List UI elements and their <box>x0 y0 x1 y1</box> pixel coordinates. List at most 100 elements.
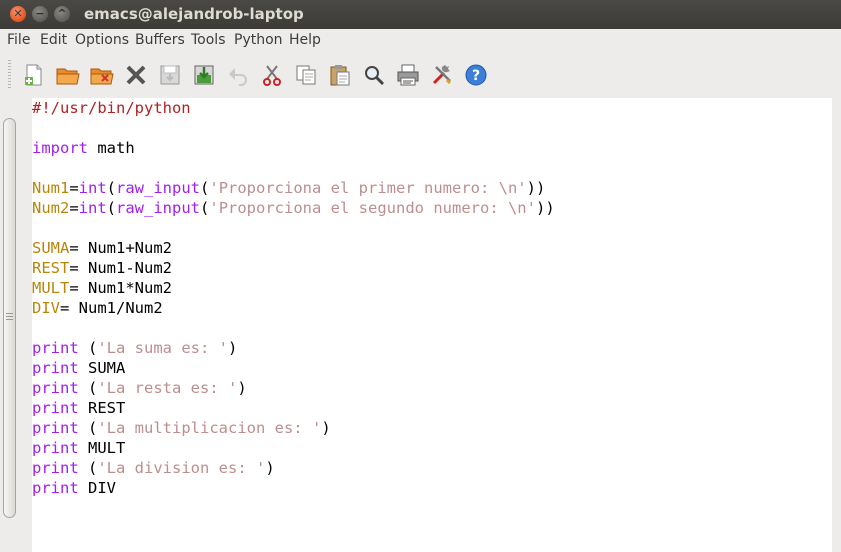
code-text: ( <box>78 379 98 397</box>
code-line: SUMA= Num1+Num2 <box>32 238 832 258</box>
string-literal: 'La resta es: ' <box>97 379 238 397</box>
variable-name: DIV <box>32 299 60 317</box>
code-text: ) <box>228 339 238 357</box>
code-text: SUMA <box>78 359 126 377</box>
menu-buffers[interactable]: Buffers <box>135 32 185 48</box>
code-buffer[interactable]: #!/usr/bin/python import math Num1=int(r… <box>32 98 832 498</box>
search-icon[interactable] <box>362 63 386 87</box>
code-line: print SUMA <box>32 358 832 378</box>
code-text: MULT <box>78 439 126 457</box>
code-text: )) <box>526 179 546 197</box>
string-literal: 'La suma es: ' <box>97 339 228 357</box>
code-text: DIV <box>78 479 116 497</box>
variable-name: Num2 <box>32 199 70 217</box>
code-text: = Num1-Num2 <box>69 259 172 277</box>
code-text: = <box>69 199 79 217</box>
copy-icon[interactable] <box>294 63 318 87</box>
keyword-print: print <box>32 379 79 397</box>
keyword-print: print <box>32 339 79 357</box>
menu-options[interactable]: Options <box>75 32 129 48</box>
code-text: ( <box>200 179 210 197</box>
menu-file[interactable]: File <box>7 32 30 48</box>
code-line: print ('La resta es: ') <box>32 378 832 398</box>
code-text: ) <box>321 419 331 437</box>
toolbar-grip[interactable] <box>8 60 11 90</box>
menu-help[interactable]: Help <box>289 32 321 48</box>
keyword-print: print <box>32 459 79 477</box>
help-icon[interactable]: ? <box>464 63 488 87</box>
window-title: emacs@alejandrob-laptop <box>84 5 304 23</box>
save-as-icon[interactable] <box>192 63 216 87</box>
builtin-function: raw_input <box>116 199 201 217</box>
close-buffer-icon[interactable] <box>124 63 148 87</box>
keyword-print: print <box>32 419 79 437</box>
string-literal: 'Proporciona el segundo numero: \n' <box>209 199 536 217</box>
code-line: import math <box>32 138 832 158</box>
menu-python[interactable]: Python <box>234 32 283 48</box>
cut-icon[interactable] <box>260 63 284 87</box>
close-window-button[interactable]: ✕ <box>10 6 26 22</box>
code-text: = Num1+Num2 <box>69 239 172 257</box>
code-line: print ('La suma es: ') <box>32 338 832 358</box>
paste-icon[interactable] <box>328 63 352 87</box>
code-line: DIV= Num1/Num2 <box>32 298 832 318</box>
minimize-window-button[interactable]: − <box>32 6 48 22</box>
code-text: ) <box>265 459 275 477</box>
keyword-print: print <box>32 479 79 497</box>
window-titlebar: ✕ − ^ emacs@alejandrob-laptop <box>0 0 841 29</box>
new-file-icon[interactable] <box>22 63 46 87</box>
variable-name: Num1 <box>32 179 70 197</box>
keyword-print: print <box>32 399 79 417</box>
code-text: ( <box>106 179 117 197</box>
right-fringe <box>832 98 841 552</box>
code-line: print MULT <box>32 438 832 458</box>
keyword-print: print <box>32 439 79 457</box>
dired-icon[interactable] <box>90 63 114 87</box>
code-text: )) <box>535 199 555 217</box>
builtin-function: int <box>78 199 107 217</box>
shebang-comment: #!/usr/bin/python <box>32 99 191 117</box>
code-line: #!/usr/bin/python <box>32 98 832 118</box>
string-literal: 'La division es: ' <box>97 459 266 477</box>
code-line: print REST <box>32 398 832 418</box>
code-text: = Num1/Num2 <box>60 299 163 317</box>
menu-edit[interactable]: Edit <box>40 32 67 48</box>
string-literal: 'Proporciona el primer numero: \n' <box>209 179 527 197</box>
code-text: ( <box>78 459 98 477</box>
code-text: ( <box>106 199 117 217</box>
keyword-print: print <box>32 359 79 377</box>
menubar: File Edit Options Buffers Tools Python H… <box>0 29 841 52</box>
scrollbar-grip <box>6 313 13 322</box>
svg-text:?: ? <box>472 68 480 84</box>
builtin-function: raw_input <box>116 179 201 197</box>
code-line: MULT= Num1*Num2 <box>32 278 832 298</box>
code-text: = Num1*Num2 <box>69 279 172 297</box>
code-line: Num2=int(raw_input('Proporciona el segun… <box>32 198 832 218</box>
code-text: = <box>69 179 79 197</box>
code-line: print ('La multiplicacion es: ') <box>32 418 832 438</box>
save-icon[interactable] <box>158 63 182 87</box>
code-text: ( <box>78 339 98 357</box>
builtin-function: int <box>78 179 107 197</box>
undo-icon[interactable] <box>226 63 250 87</box>
keyword-import: import <box>32 139 88 157</box>
preferences-icon[interactable] <box>430 63 454 87</box>
variable-name: MULT <box>32 279 70 297</box>
code-text: math <box>88 139 135 157</box>
print-icon[interactable] <box>396 63 420 87</box>
string-literal: 'La multiplicacion es: ' <box>97 419 322 437</box>
code-text: ) <box>237 379 247 397</box>
left-fringe <box>19 98 32 552</box>
variable-name: REST <box>32 259 70 277</box>
code-line: print ('La division es: ') <box>32 458 832 478</box>
code-text: REST <box>78 399 126 417</box>
code-text: ( <box>78 419 98 437</box>
code-line: Num1=int(raw_input('Proporciona el prime… <box>32 178 832 198</box>
menu-tools[interactable]: Tools <box>191 32 226 48</box>
maximize-window-button[interactable]: ^ <box>54 6 70 22</box>
open-folder-icon[interactable] <box>56 63 80 87</box>
code-line: REST= Num1-Num2 <box>32 258 832 278</box>
